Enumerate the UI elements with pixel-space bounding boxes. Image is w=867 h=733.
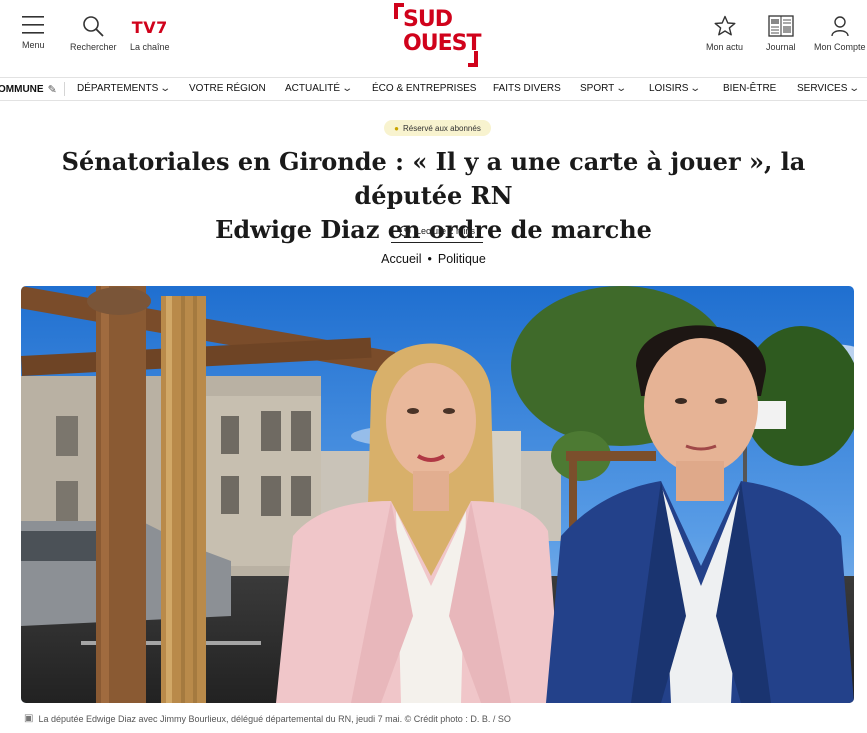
hamburger-icon — [22, 16, 45, 34]
main-navigation: OMMUNE ✎ DÉPARTEMENTS ⌄ VOTRE RÉGION ACTU… — [0, 77, 867, 101]
tv7-logo: TV7 — [131, 18, 168, 37]
nav-item-label: ACTUALITÉ — [285, 83, 341, 94]
read-time-label: Lecture 2 mins — [415, 225, 476, 236]
star-icon — [714, 15, 736, 36]
user-icon — [831, 16, 849, 37]
nav-item-eco-entreprises[interactable]: ÉCO & ENTREPRISES — [372, 83, 476, 94]
nav-item-label: ÉCO & ENTREPRISES — [372, 83, 477, 94]
mon-actu-button[interactable]: Mon actu — [706, 15, 743, 52]
mon-actu-label: Mon actu — [706, 42, 744, 52]
nav-item-loisirs[interactable]: LOISIRS ⌄ — [649, 83, 702, 94]
nav-item-label: OMMUNE — [0, 84, 44, 95]
photo-caption-text: La députée Edwige Diaz avec Jimmy Bourli… — [38, 713, 511, 724]
account-button[interactable]: Mon Compte — [814, 15, 866, 52]
nav-item-bien-etre[interactable]: BIEN-ÊTRE — [723, 83, 776, 94]
article-photo — [21, 286, 854, 703]
subscriber-badge-label: Réservé aux abonnés — [403, 123, 481, 133]
nav-item-faits-divers[interactable]: FAITS DIVERS — [493, 83, 561, 94]
photo-caption: ▣ La députée Edwige Diaz avec Jimmy Bour… — [24, 713, 511, 724]
site-header: Menu Rechercher TV7 La chaîne SUD OUEST … — [0, 0, 867, 76]
nav-item-sport[interactable]: SPORT ⌄ — [580, 83, 628, 94]
chevron-down-icon: ⌄ — [341, 83, 354, 94]
breadcrumb-separator: • — [427, 252, 432, 266]
nav-divider — [64, 82, 65, 96]
logo-bracket-bottom — [468, 51, 478, 67]
menu-button[interactable]: Menu — [22, 15, 45, 50]
chevron-down-icon: ⌄ — [848, 83, 861, 94]
tv7-channel-link[interactable]: TV7 La chaîne — [130, 18, 170, 52]
magnifier-icon — [83, 16, 104, 37]
nav-item-votre-region[interactable]: VOTRE RÉGION — [189, 83, 266, 94]
nav-item-commune[interactable]: OMMUNE ✎ — [0, 83, 57, 96]
breadcrumb-home[interactable]: Accueil — [381, 252, 421, 266]
nav-item-label: FAITS DIVERS — [493, 83, 561, 94]
nav-item-label: DÉPARTEMENTS — [77, 83, 159, 94]
journal-button[interactable]: Journal — [766, 15, 796, 52]
subscriber-badge: ● Réservé aux abonnés — [384, 120, 491, 136]
nav-item-label: VOTRE RÉGION — [189, 83, 266, 94]
nav-item-departements[interactable]: DÉPARTEMENTS ⌄ — [77, 83, 172, 94]
camera-icon: ▣ — [24, 713, 34, 724]
nav-item-label: BIEN-ÊTRE — [723, 83, 777, 94]
nav-item-actualite[interactable]: ACTUALITÉ ⌄ — [285, 83, 354, 94]
nav-item-label: SPORT — [580, 83, 615, 94]
sud-ouest-logo[interactable]: SUD OUEST — [394, 3, 482, 67]
breadcrumb-section[interactable]: Politique — [438, 252, 486, 266]
channel-label: La chaîne — [130, 42, 170, 52]
article-title-line-1: Sénatoriales en Gironde : « Il y a une c… — [61, 147, 806, 210]
chevron-down-icon: ⌄ — [689, 83, 702, 94]
read-time: Lecture 2 mins — [391, 219, 483, 243]
account-label: Mon Compte — [814, 42, 866, 52]
lock-icon: ● — [394, 123, 399, 133]
chevron-down-icon: ⌄ — [615, 83, 628, 94]
nav-item-label: SERVICES — [797, 83, 848, 94]
menu-label: Menu — [22, 40, 45, 50]
newspaper-icon — [768, 15, 794, 37]
breadcrumb: Accueil • Politique — [0, 252, 867, 266]
journal-label: Journal — [766, 42, 796, 52]
logo-word-sud: SUD — [403, 7, 453, 32]
pencil-icon: ✎ — [47, 84, 57, 96]
clock-icon — [399, 225, 411, 236]
search-label: Rechercher — [70, 42, 117, 52]
chevron-down-icon: ⌄ — [159, 83, 172, 94]
nav-item-services[interactable]: SERVICES ⌄ — [797, 83, 861, 94]
search-button[interactable]: Rechercher — [70, 15, 117, 52]
nav-item-label: LOISIRS — [649, 83, 689, 94]
